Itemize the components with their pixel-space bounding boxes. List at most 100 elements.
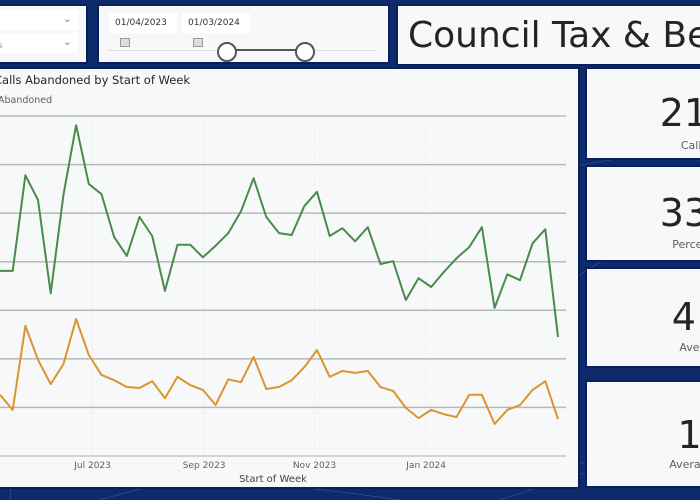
data-point-abandoned[interactable] (277, 385, 282, 390)
data-point-abandoned[interactable] (340, 369, 345, 374)
data-point-abandoned[interactable] (302, 365, 307, 370)
data-point-offered[interactable] (403, 298, 408, 303)
data-point-offered[interactable] (23, 173, 28, 178)
data-point-offered[interactable] (112, 234, 117, 239)
data-point-abandoned[interactable] (213, 403, 218, 408)
data-point-offered[interactable] (10, 268, 15, 273)
data-point-offered[interactable] (48, 291, 53, 296)
data-point-abandoned[interactable] (543, 379, 548, 384)
data-point-offered[interactable] (137, 215, 142, 220)
data-point-offered[interactable] (327, 233, 332, 238)
data-point-abandoned[interactable] (391, 388, 396, 393)
data-point-offered[interactable] (441, 269, 446, 274)
data-point-abandoned[interactable] (200, 387, 205, 392)
data-point-abandoned[interactable] (86, 352, 91, 357)
data-point-offered[interactable] (530, 241, 535, 246)
data-point-offered[interactable] (517, 278, 522, 283)
data-point-offered[interactable] (162, 288, 167, 293)
category-slicer: ⌄ s ⌄ (0, 4, 88, 64)
data-point-offered[interactable] (99, 192, 104, 197)
data-point-offered[interactable] (251, 176, 256, 181)
data-point-abandoned[interactable] (353, 370, 358, 375)
data-point-offered[interactable] (289, 233, 294, 238)
calendar-icon[interactable] (120, 38, 130, 47)
data-point-offered[interactable] (391, 259, 396, 264)
data-point-abandoned[interactable] (315, 348, 320, 353)
data-point-offered[interactable] (353, 239, 358, 244)
start-date-input[interactable]: 01/04/2023 (109, 13, 177, 47)
data-point-offered[interactable] (238, 209, 243, 214)
data-point-offered[interactable] (479, 225, 484, 230)
data-point-offered[interactable] (277, 231, 282, 236)
data-point-offered[interactable] (188, 242, 193, 247)
data-point-abandoned[interactable] (429, 407, 434, 412)
data-point-abandoned[interactable] (48, 382, 53, 387)
data-point-abandoned[interactable] (162, 396, 167, 401)
data-point-abandoned[interactable] (378, 385, 383, 390)
data-point-offered[interactable] (36, 198, 41, 203)
data-point-abandoned[interactable] (10, 407, 15, 412)
data-point-abandoned[interactable] (556, 417, 561, 422)
data-point-offered[interactable] (365, 225, 370, 230)
data-point-abandoned[interactable] (61, 362, 66, 367)
data-point-abandoned[interactable] (365, 369, 370, 374)
data-point-abandoned[interactable] (238, 380, 243, 385)
data-point-offered[interactable] (61, 193, 66, 198)
data-point-offered[interactable] (416, 276, 421, 281)
data-point-offered[interactable] (315, 189, 320, 194)
data-point-abandoned[interactable] (150, 379, 155, 384)
data-point-offered[interactable] (124, 253, 129, 258)
data-point-abandoned[interactable] (124, 385, 129, 390)
data-point-offered[interactable] (505, 272, 510, 277)
data-point-abandoned[interactable] (188, 383, 193, 388)
data-point-abandoned[interactable] (289, 378, 294, 383)
data-point-abandoned[interactable] (36, 357, 41, 362)
data-point-offered[interactable] (467, 245, 472, 250)
data-point-abandoned[interactable] (505, 407, 510, 412)
data-point-offered[interactable] (213, 243, 218, 248)
data-point-abandoned[interactable] (467, 392, 472, 397)
kpi-label: Average Wa (669, 458, 700, 471)
calendar-icon[interactable] (193, 38, 203, 47)
data-point-abandoned[interactable] (226, 377, 231, 382)
data-point-offered[interactable] (150, 233, 155, 238)
data-point-abandoned[interactable] (492, 421, 497, 426)
slider-start-handle[interactable] (217, 42, 237, 62)
dropdown-2[interactable]: s ⌄ (0, 33, 78, 53)
data-point-offered[interactable] (492, 305, 497, 310)
data-point-abandoned[interactable] (264, 386, 269, 391)
data-point-offered[interactable] (175, 242, 180, 247)
data-point-offered[interactable] (556, 335, 561, 340)
data-point-abandoned[interactable] (441, 412, 446, 417)
data-point-offered[interactable] (340, 226, 345, 231)
dropdown-1[interactable]: ⌄ (0, 10, 78, 30)
data-point-abandoned[interactable] (99, 372, 104, 377)
data-point-offered[interactable] (378, 262, 383, 267)
data-point-abandoned[interactable] (251, 354, 256, 359)
data-point-offered[interactable] (200, 255, 205, 260)
data-point-offered[interactable] (543, 227, 548, 232)
data-point-abandoned[interactable] (479, 392, 484, 397)
data-point-abandoned[interactable] (74, 317, 79, 322)
data-point-abandoned[interactable] (416, 416, 421, 421)
data-point-abandoned[interactable] (112, 378, 117, 383)
data-point-abandoned[interactable] (403, 405, 408, 410)
data-point-abandoned[interactable] (517, 403, 522, 408)
data-point-abandoned[interactable] (137, 386, 142, 391)
data-point-abandoned[interactable] (327, 374, 332, 379)
data-point-abandoned[interactable] (23, 323, 28, 328)
data-point-offered[interactable] (86, 182, 91, 187)
data-point-abandoned[interactable] (175, 374, 180, 379)
data-point-offered[interactable] (264, 215, 269, 220)
data-point-offered[interactable] (429, 284, 434, 289)
end-date-input[interactable]: 01/03/2024 (182, 13, 250, 47)
data-point-abandoned[interactable] (454, 415, 459, 420)
data-point-offered[interactable] (0, 268, 3, 273)
x-axis-title: Start of Week (239, 474, 307, 485)
data-point-offered[interactable] (74, 123, 79, 128)
data-point-offered[interactable] (226, 231, 231, 236)
data-point-abandoned[interactable] (530, 387, 535, 392)
slider-end-handle[interactable] (295, 42, 315, 62)
data-point-offered[interactable] (454, 256, 459, 261)
data-point-offered[interactable] (302, 203, 307, 208)
